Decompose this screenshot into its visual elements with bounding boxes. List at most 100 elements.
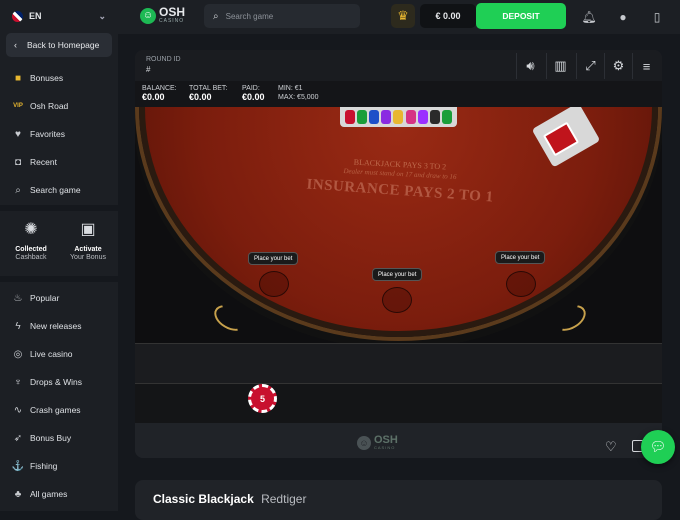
place-bet-label-left[interactable]: Place your bet bbox=[248, 252, 299, 265]
footer-logo-name: OSH bbox=[374, 434, 398, 446]
bell-icon[interactable]: 🔔︎ bbox=[581, 9, 597, 25]
fishing-icon: ⚓ bbox=[11, 460, 25, 472]
place-bet-label-right[interactable]: Place your bet bbox=[495, 251, 546, 264]
game-controls-band bbox=[135, 343, 662, 383]
blackjack-table: BLACKJACK PAYS 3 TO 2 Dealer must stand … bbox=[135, 107, 662, 343]
sidebar-item-new-releases[interactable]: ϟ New releases bbox=[12, 318, 81, 334]
menu-icon[interactable]: ≡ bbox=[632, 53, 660, 79]
sidebar-item-all-games[interactable]: ♣ All games bbox=[12, 486, 68, 502]
language-selector[interactable]: EN ⌄ bbox=[6, 5, 112, 27]
rack-chip bbox=[357, 110, 368, 124]
lightning-icon: ϟ bbox=[15, 320, 21, 332]
crown-icon[interactable]: ♛ bbox=[391, 4, 415, 28]
stat-paid: PAID: €0.00 bbox=[242, 84, 265, 102]
sidebar-divider bbox=[0, 276, 118, 282]
gift-icon: ■ bbox=[14, 72, 22, 84]
max-bet-label: MAX: €5,000 bbox=[278, 94, 319, 101]
chip-icon: ◎ bbox=[13, 348, 23, 360]
sidebar-item-popular[interactable]: ♨ Popular bbox=[12, 290, 60, 306]
sidebar-item-label: Popular bbox=[30, 293, 60, 303]
sidebar-item-recent[interactable]: ◘ Recent bbox=[12, 154, 57, 170]
place-bet-label-center[interactable]: Place your bet bbox=[372, 268, 423, 281]
rack-chip bbox=[429, 110, 440, 124]
promo-activate-bonus[interactable]: ▣ Activate Your Bonus bbox=[63, 213, 113, 271]
favorite-heart-icon[interactable]: ♡ bbox=[605, 439, 617, 455]
drops-icon: ♆ bbox=[14, 376, 22, 388]
search-input[interactable] bbox=[225, 11, 346, 21]
settings-gear-icon[interactable]: ⚙ bbox=[604, 53, 632, 79]
sidebar-item-live-casino[interactable]: ◎ Live casino bbox=[12, 346, 73, 362]
sidebar-divider bbox=[0, 205, 118, 211]
deposit-button[interactable]: DEPOSIT bbox=[476, 3, 566, 29]
game-stats-bar: BALANCE: €0.00 TOTAL BET: €0.00 PAID: €0… bbox=[135, 81, 662, 107]
site-logo[interactable]: ☺ OSH CASINO bbox=[140, 6, 185, 24]
uk-flag-icon bbox=[12, 10, 23, 22]
sidebar-item-label: Live casino bbox=[30, 349, 73, 359]
header-balance: € 0.00 bbox=[420, 4, 476, 28]
chart-icon: ∿ bbox=[13, 404, 23, 416]
cashback-icon: ✺ bbox=[24, 221, 38, 238]
user-icon[interactable]: ● bbox=[615, 9, 631, 25]
sidebar-item-label: Crash games bbox=[30, 405, 81, 415]
min-bet-label: MIN: €1 bbox=[278, 85, 303, 92]
sidebar-item-crash-games[interactable]: ∿ Crash games bbox=[12, 402, 81, 418]
logo-mark-icon: ☺ bbox=[357, 435, 371, 450]
sidebar-item-fishing[interactable]: ⚓ Fishing bbox=[11, 458, 58, 474]
chat-bubble-icon[interactable]: 💬︎ bbox=[641, 430, 675, 464]
stat-balance: BALANCE: €0.00 bbox=[142, 84, 177, 102]
stat-limits: MIN: €1 MAX: €5,000 bbox=[278, 84, 318, 102]
bet-spot-left[interactable] bbox=[259, 271, 289, 297]
logo-mark-icon: ☺ bbox=[140, 7, 156, 24]
sidebar-item-label: Favorites bbox=[30, 129, 65, 139]
promo-subtitle: Your Bonus bbox=[70, 254, 106, 261]
vip-icon: VIP bbox=[13, 103, 23, 109]
promo-title: Collected bbox=[15, 246, 47, 253]
back-label: Back to Homepage bbox=[27, 40, 100, 50]
sidebar-item-label: Bonuses bbox=[30, 73, 64, 83]
rail-decoration bbox=[549, 299, 591, 337]
rack-chip bbox=[381, 110, 392, 124]
search-icon: ⌕ bbox=[213, 10, 219, 22]
sidebar-item-drops-wins[interactable]: ♆ Drops & Wins bbox=[12, 374, 82, 390]
stat-value: €0.00 bbox=[142, 92, 165, 102]
rocket-icon: ➶ bbox=[13, 432, 23, 444]
round-id-label: ROUND ID bbox=[146, 56, 181, 63]
sound-icon[interactable]: 🔊︎ bbox=[516, 53, 544, 79]
game-footer: ☺ OSH CASINO bbox=[135, 428, 662, 458]
stats-icon[interactable]: ▥ bbox=[546, 53, 574, 79]
promo-collected-cashback[interactable]: ✺ Collected Cashback bbox=[6, 213, 56, 271]
bet-spot-right[interactable] bbox=[506, 271, 536, 297]
promo-title: Activate bbox=[74, 246, 102, 253]
language-label: EN bbox=[29, 11, 42, 21]
sidebar-item-osh-road[interactable]: VIP Osh Road bbox=[12, 98, 68, 114]
wallet-icon[interactable]: ▯ bbox=[649, 9, 665, 25]
rack-chip bbox=[369, 110, 380, 124]
fullscreen-icon[interactable]: ⤢ bbox=[576, 53, 604, 79]
gift-box-icon: ▣ bbox=[80, 221, 96, 238]
promo-subtitle: Cashback bbox=[15, 254, 47, 261]
sidebar: EN ⌄ ‹ Back to Homepage ■ Bonuses VIP Os… bbox=[0, 0, 118, 511]
rack-chip bbox=[417, 110, 428, 124]
bet-chip[interactable]: 5 bbox=[248, 384, 277, 413]
game-topbar: ROUND ID # 🔊︎ ▥ ⤢ ⚙ ≡ bbox=[135, 50, 662, 81]
sidebar-item-search-game[interactable]: ⌕ Search game bbox=[12, 182, 81, 198]
sidebar-item-favorites[interactable]: ♥ Favorites bbox=[12, 126, 65, 142]
sidebar-item-label: Search game bbox=[30, 185, 81, 195]
game-title: Classic Blackjack bbox=[153, 492, 254, 506]
bet-spot-center[interactable] bbox=[382, 287, 412, 313]
history-icon: ◘ bbox=[14, 156, 22, 168]
footer-logo-sub: CASINO bbox=[374, 445, 396, 450]
search-icon: ⌕ bbox=[15, 184, 21, 196]
rack-chip bbox=[405, 110, 416, 124]
search-box[interactable]: ⌕ bbox=[204, 4, 360, 28]
sidebar-item-label: Fishing bbox=[30, 461, 58, 471]
sidebar-item-label: Osh Road bbox=[30, 101, 69, 111]
stat-value: €0.00 bbox=[189, 92, 212, 102]
game-panel: ROUND ID # 🔊︎ ▥ ⤢ ⚙ ≡ BALANCE: €0.00 TOT… bbox=[135, 50, 662, 458]
sidebar-item-label: All games bbox=[30, 489, 68, 499]
sidebar-item-label: Bonus Buy bbox=[30, 433, 72, 443]
sidebar-item-bonuses[interactable]: ■ Bonuses bbox=[12, 70, 63, 86]
back-to-homepage-button[interactable]: ‹ Back to Homepage bbox=[6, 33, 112, 57]
stat-value: €0.00 bbox=[242, 92, 265, 102]
sidebar-item-bonus-buy[interactable]: ➶ Bonus Buy bbox=[12, 430, 71, 446]
